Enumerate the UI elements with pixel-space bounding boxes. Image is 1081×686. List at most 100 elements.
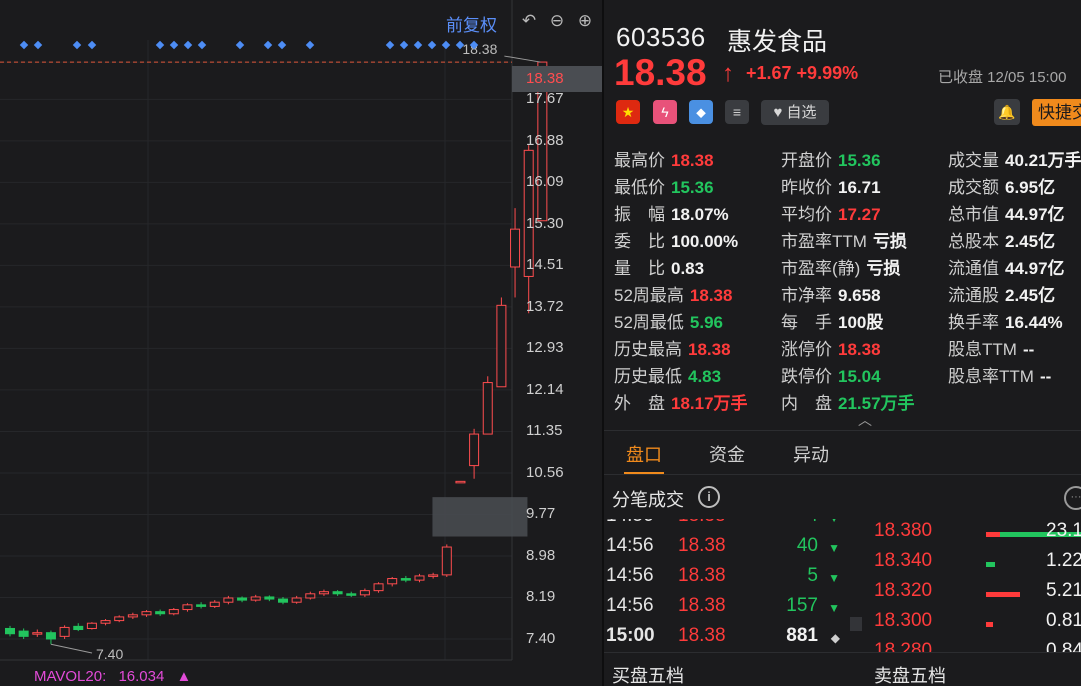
trade-qty: 5 (807, 565, 818, 586)
book-row: 18.340 1.22 (874, 550, 1081, 580)
candlestick-chart[interactable]: 18.38 7.40 (0, 0, 602, 686)
candle-body (332, 591, 343, 595)
y-axis-label: 16.88 (526, 131, 564, 149)
tab-pankou[interactable]: 盘口 (626, 441, 662, 467)
candle-body (278, 598, 288, 603)
stat-col3-6: 换手率 16.44% (948, 308, 1063, 333)
volume-bar (986, 592, 1020, 597)
event-marker (427, 40, 437, 50)
candle-body (155, 611, 166, 615)
candle-body (346, 593, 357, 596)
diamond-icon: ◆ (830, 631, 840, 645)
stat-col1-6: 52周最低 5.96 (614, 308, 723, 333)
stat-value: 0.83 (671, 259, 705, 278)
stat-col3-3: 总股本 2.45亿 (948, 227, 1055, 252)
event-marker (197, 40, 207, 50)
stat-label: 历史最低 (614, 367, 682, 386)
down-triangle-icon: ▼ (828, 541, 840, 555)
bell-icon[interactable]: 🔔 (994, 99, 1020, 125)
event-marker (87, 40, 97, 50)
book-price: 18.280 (874, 640, 933, 661)
stat-col1-8: 历史最低 4.83 (614, 362, 721, 387)
stat-label: 市净率 (781, 286, 832, 305)
divider (604, 430, 1081, 431)
low-pointer (50, 643, 93, 654)
stat-label: 内 盘 (781, 394, 832, 413)
candle-body (510, 228, 521, 268)
scroll-marker (850, 617, 862, 631)
mavol-label: MAVOL20: (34, 668, 107, 685)
volume-bar (986, 562, 995, 567)
stat-value: 亏损 (872, 232, 907, 251)
stat-label: 换手率 (948, 313, 999, 332)
event-marker (235, 40, 245, 50)
stat-col3-5: 流通股 2.45亿 (948, 281, 1055, 306)
candle-body (455, 480, 466, 484)
zoom-in-icon[interactable]: ⊕ (574, 10, 596, 32)
stat-col2-7: 涨停价 18.38 (781, 335, 881, 360)
stat-value: 15.36 (838, 151, 881, 170)
zoom-out-icon[interactable]: ⊖ (546, 10, 568, 32)
mavol-value: 16.034 (118, 668, 165, 685)
stat-label: 外 盘 (614, 394, 665, 413)
volume-bar (986, 622, 993, 627)
tab-anomaly[interactable]: 异动 (793, 441, 829, 467)
add-favorite-button[interactable]: ♥ 自选 (761, 100, 829, 125)
candle-body (482, 382, 493, 435)
stat-label: 每 手 (781, 313, 832, 332)
undo-icon[interactable]: ↶ (518, 10, 540, 32)
y-axis-label: 10.56 (526, 463, 564, 481)
favorite-label: 自选 (786, 104, 817, 121)
stat-col2-6: 每 手 100股 (781, 308, 883, 333)
info-icon[interactable]: i (698, 486, 720, 508)
candle-body (86, 622, 97, 629)
book-qty: 0.84 (1046, 640, 1081, 661)
lightning-icon[interactable]: ϟ (653, 100, 677, 124)
stat-label: 股息TTM (948, 340, 1017, 359)
stat-value: 17.27 (838, 205, 881, 224)
stat-label: 最低价 (614, 178, 665, 197)
more-icon[interactable]: ··· (1064, 486, 1081, 510)
adjust-mode-button[interactable]: 前复权 (446, 11, 497, 36)
stat-col3-4: 流通值 44.97亿 (948, 254, 1065, 279)
stat-col1-3: 委 比 100.00% (614, 227, 738, 252)
event-marker (399, 40, 409, 50)
trade-price: 18.38 (678, 625, 726, 646)
market-status: 已收盘 12/05 15:00 (938, 69, 1067, 86)
trade-row: 14:56 18.38 40 ▼ (606, 535, 846, 565)
trade-price: 18.38 (678, 595, 726, 616)
stat-label: 历史最高 (614, 340, 682, 359)
event-marker (441, 40, 451, 50)
stock-name: 惠发食品 (727, 28, 828, 56)
stat-label: 股息率TTM (948, 367, 1034, 386)
stat-label: 昨收价 (781, 178, 832, 197)
stat-col1-2: 振 幅 18.07% (614, 200, 729, 225)
candle-body (250, 596, 261, 601)
stat-col3-8: 股息率TTM -- (948, 362, 1051, 387)
y-axis-label: 7.40 (526, 629, 556, 647)
stat-label: 涨停价 (781, 340, 832, 359)
collapse-icon[interactable]: ︿ (858, 410, 872, 430)
book-qty: 0.81 (1046, 610, 1081, 631)
stat-value: 15.04 (838, 367, 881, 386)
y-axis-label: 11.35 (526, 422, 563, 440)
event-marker (155, 40, 165, 50)
stat-value: 15.36 (671, 178, 714, 197)
kline-chart-pane[interactable]: 18.38 7.40 前复权 ↶ ⊖ ⊕ 18.38 17.67 16.88 16.0… (0, 0, 602, 686)
trade-time: 14:56 (606, 535, 654, 556)
candle-body (127, 614, 138, 618)
tag-icon[interactable]: ⬥ (689, 100, 713, 124)
tab-funds[interactable]: 资金 (709, 441, 745, 467)
candle-body (291, 597, 302, 603)
stat-value: 2.45亿 (1005, 286, 1056, 305)
trade-row: 15:00 18.38 881 ◆ (606, 625, 846, 655)
stat-label: 成交额 (948, 178, 999, 197)
quote-panel: 603536 惠发食品 18.38 ↑ +1.67 +9.99% 已收盘 12/… (604, 0, 1081, 686)
stat-value: 18.38 (671, 151, 714, 170)
low-label: 7.40 (96, 646, 123, 662)
stat-col2-5: 市净率 9.658 (781, 281, 881, 306)
quick-trade-button[interactable]: 快捷交易 (1032, 99, 1081, 126)
notes-icon[interactable]: ≡ (725, 100, 749, 124)
down-triangle-icon: ▼ (828, 511, 840, 525)
y-axis-label: 16.09 (526, 173, 564, 191)
